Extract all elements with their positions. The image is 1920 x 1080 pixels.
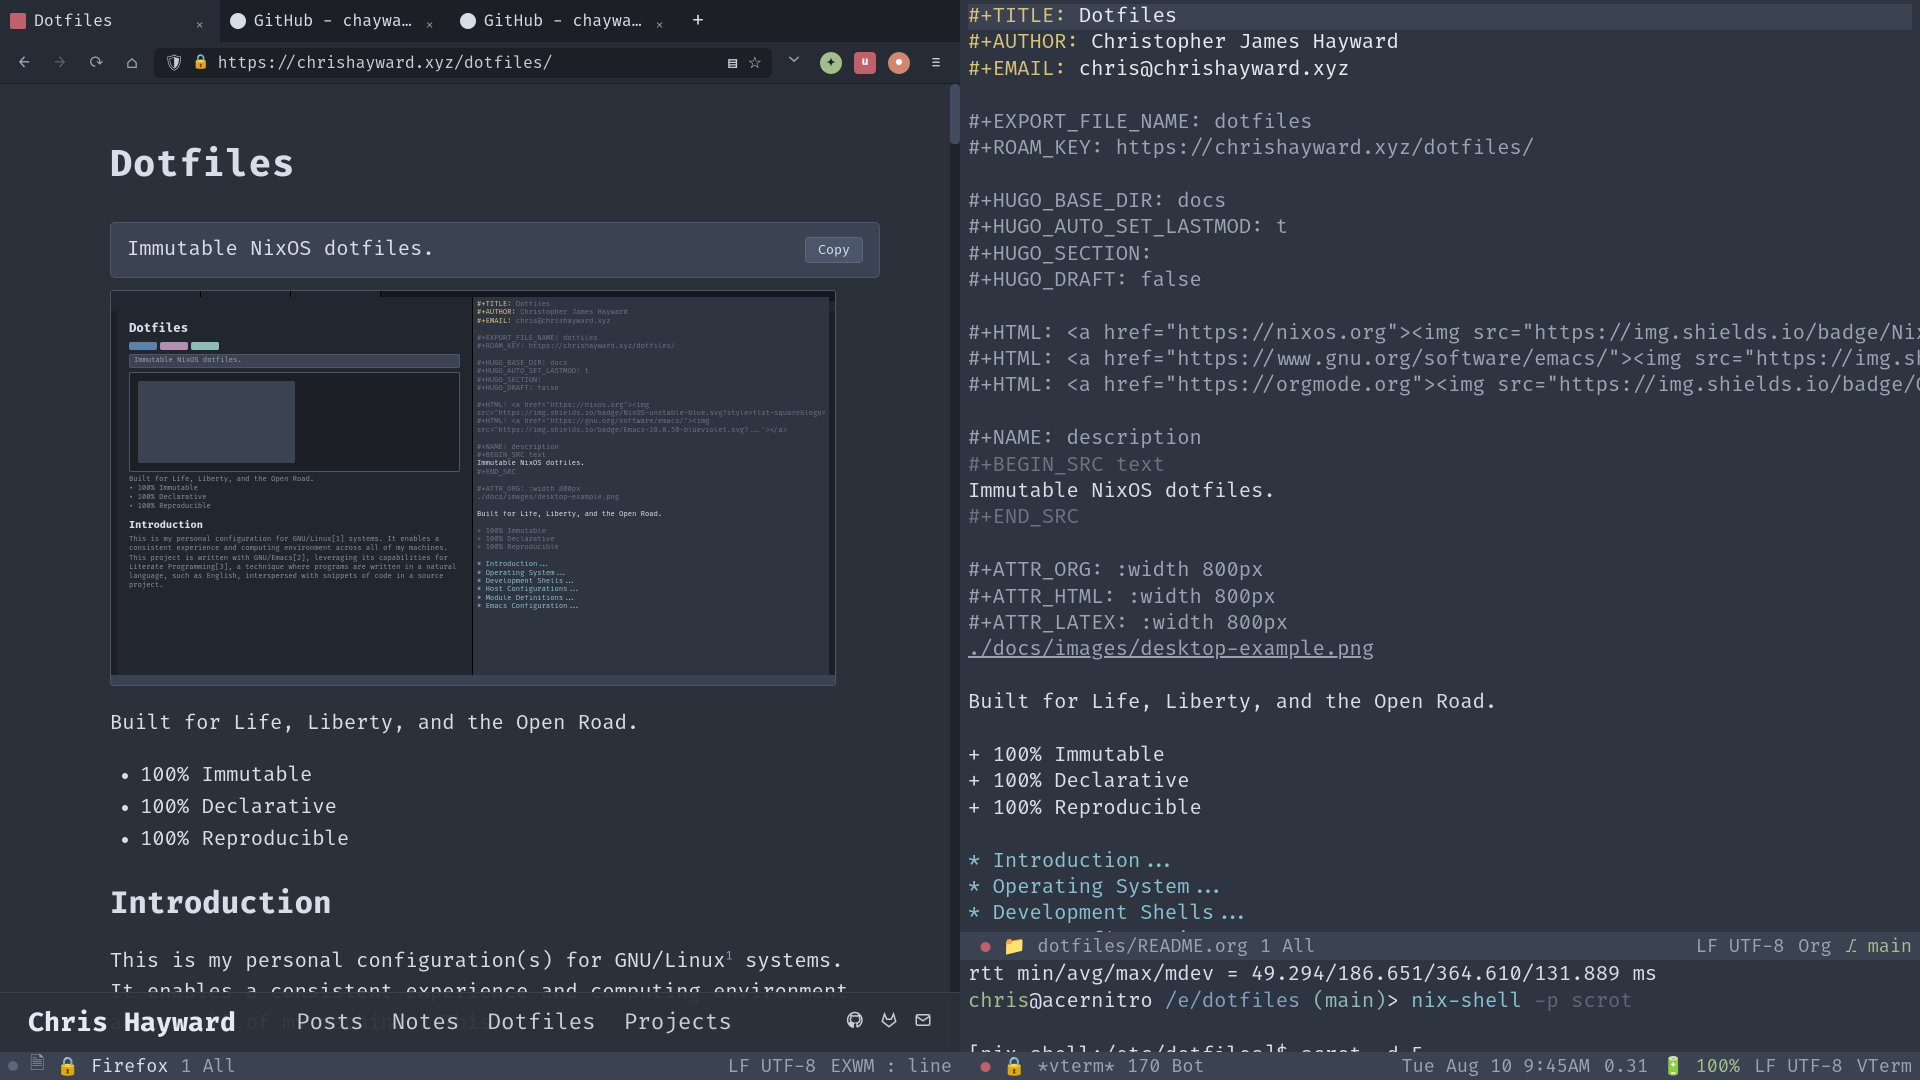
modeline-vterm: ● 🔒 *vterm* 170 Bot Tue Aug 10 9:45AM 0.… xyxy=(960,1052,1920,1080)
feature-list: 100% Immutable 100% Declarative 100% Rep… xyxy=(110,760,880,856)
folder-icon: 📁 xyxy=(1003,935,1025,958)
modified-icon: ● xyxy=(980,935,991,958)
description-code-block: Immutable NixOS dotfiles. Copy xyxy=(110,222,880,278)
close-icon[interactable] xyxy=(656,14,670,28)
close-icon[interactable] xyxy=(196,14,210,28)
reader-mode-icon[interactable]: ▤ xyxy=(728,53,738,73)
nav-link-notes[interactable]: Notes xyxy=(392,1009,460,1036)
major-mode: VTerm xyxy=(1857,1055,1912,1078)
list-item: 100% Reproducible xyxy=(140,824,880,856)
clock: Tue Aug 10 9:45AM xyxy=(1402,1055,1590,1078)
buffer-position: 170 Bot xyxy=(1127,1055,1205,1078)
favicon-icon xyxy=(460,13,476,29)
vterm-terminal[interactable]: rtt min/avg/max/mdev = 49.294/186.651/36… xyxy=(960,960,1920,1052)
list-item: 100% Immutable xyxy=(140,760,880,792)
page-viewport: Dotfiles Immutable NixOS dotfiles. Copy … xyxy=(0,84,960,1052)
browser-tab-github-1[interactable]: GitHub - chayward1/dotf xyxy=(220,0,450,42)
gitlab-icon[interactable] xyxy=(880,1009,898,1036)
url-bar[interactable]: 🛡 🔒 https://chrishayward.xyz/dotfiles/ ▤… xyxy=(154,48,772,78)
org-editor[interactable]: #+TITLE: Dotfiles #+AUTHOR: Christopher … xyxy=(960,0,1920,932)
hero-screenshot: Dotfiles Immutable NixOS dotfiles. Built… xyxy=(110,290,836,686)
hamburger-menu-icon[interactable]: ≡ xyxy=(922,49,950,77)
back-button[interactable]: ← xyxy=(10,49,38,77)
site-brand[interactable]: Chris Hayward xyxy=(28,1007,236,1039)
list-item: 100% Declarative xyxy=(140,792,880,824)
scrollbar-thumb[interactable] xyxy=(950,84,960,144)
lock-icon: 🔒 xyxy=(56,1055,78,1078)
extension-tan-icon[interactable]: ● xyxy=(888,52,910,74)
nav-link-projects[interactable]: Projects xyxy=(624,1009,732,1036)
page-title: Dotfiles xyxy=(110,144,880,188)
modeline-dot-icon xyxy=(8,1061,18,1071)
section-heading: Introduction xyxy=(110,886,880,923)
battery-icon: 🔋 100% xyxy=(1662,1055,1740,1078)
tab-title: GitHub - chayward1/dotf xyxy=(484,11,648,31)
favicon-icon xyxy=(230,13,246,29)
close-icon[interactable] xyxy=(426,14,440,28)
encoding: LF UTF-8 xyxy=(1754,1055,1843,1078)
encoding: LF UTF-8 xyxy=(1696,935,1785,958)
extension-ublock-icon[interactable]: u xyxy=(854,52,876,74)
major-mode: Org xyxy=(1798,935,1831,958)
reload-button[interactable]: ⟳ xyxy=(82,49,110,77)
copy-button[interactable]: Copy xyxy=(805,237,863,263)
file-icon: 🗎 xyxy=(30,1051,44,1080)
site-nav: Chris Hayward Posts Notes Dotfiles Proje… xyxy=(0,992,960,1052)
buffer-position: 1 All xyxy=(180,1055,235,1078)
encoding: LF UTF-8 xyxy=(728,1055,817,1078)
scrollbar[interactable] xyxy=(950,84,960,1052)
buffer-position: 1 All xyxy=(1260,935,1315,958)
buffer-path: dotfiles/README.org xyxy=(1038,935,1248,958)
browser-tab-strip: Dotfiles GitHub - chayward1/dotf GitHub … xyxy=(0,0,960,42)
tab-title: GitHub - chayward1/dotf xyxy=(254,11,418,31)
tab-title: Dotfiles xyxy=(34,11,188,31)
github-icon[interactable] xyxy=(846,1009,864,1036)
bookmark-icon[interactable]: ☆ xyxy=(748,53,762,73)
browser-tab-github-2[interactable]: GitHub - chayward1/dotf xyxy=(450,0,680,42)
favicon-icon xyxy=(10,13,26,29)
extension-green-icon[interactable]: ✦ xyxy=(820,52,842,74)
lock-icon: 🔒 xyxy=(1003,1055,1025,1078)
load-avg: 0.31 xyxy=(1604,1055,1648,1078)
buffer-name: Firefox xyxy=(91,1055,169,1078)
email-icon[interactable] xyxy=(914,1009,932,1036)
buffer-name: *vterm* xyxy=(1038,1055,1116,1078)
modeline-left: 🗎 🔒 Firefox 1 All LF UTF-8 EXWM : line xyxy=(0,1052,960,1080)
modified-icon: ● xyxy=(980,1055,991,1078)
url-text: https://chrishayward.xyz/dotfiles/ xyxy=(218,53,720,73)
nav-link-dotfiles[interactable]: Dotfiles xyxy=(487,1009,595,1036)
shield-icon[interactable]: 🛡 xyxy=(164,53,184,73)
browser-toolbar: ← → ⟳ ⌂ 🛡 🔒 https://chrishayward.xyz/dot… xyxy=(0,42,960,84)
new-tab-button[interactable]: + xyxy=(680,0,716,42)
git-branch: ⎇ main xyxy=(1846,935,1912,958)
home-button[interactable]: ⌂ xyxy=(118,49,146,77)
major-mode: EXWM : line xyxy=(830,1055,952,1078)
nav-link-posts[interactable]: Posts xyxy=(296,1009,364,1036)
code-text: Immutable NixOS dotfiles. xyxy=(127,238,435,262)
forward-button[interactable]: → xyxy=(46,49,74,77)
lock-icon[interactable]: 🔒 xyxy=(192,54,209,71)
tagline: Built for Life, Liberty, and the Open Ro… xyxy=(110,712,880,736)
modeline-org: ● 📁 dotfiles/README.org 1 All LF UTF-8 O… xyxy=(960,932,1920,960)
browser-tab-dotfiles[interactable]: Dotfiles xyxy=(0,0,220,42)
pocket-icon[interactable]: ⌄ xyxy=(780,49,808,77)
